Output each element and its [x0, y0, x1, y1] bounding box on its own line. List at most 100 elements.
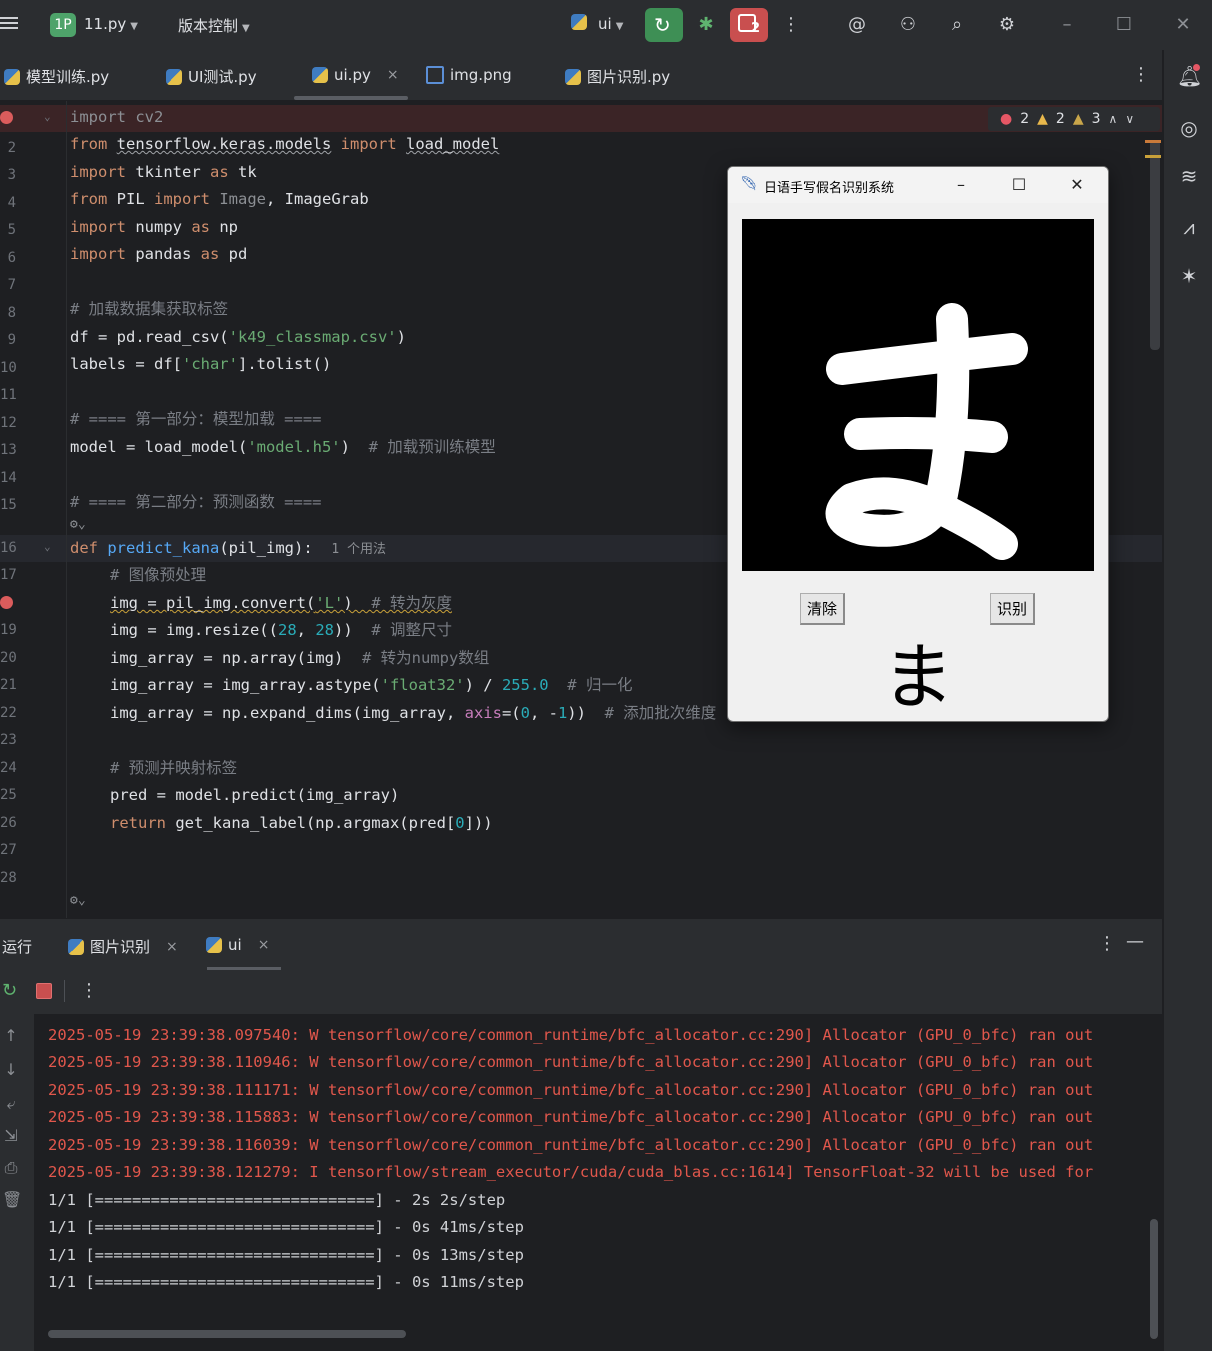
profiler-icon[interactable]: ⩘ — [1177, 215, 1201, 239]
warning-count: 2 — [1055, 111, 1065, 127]
stop-button[interactable]: 2 — [730, 8, 768, 42]
vcs-menu[interactable]: 版本控制 ▼ — [178, 15, 250, 36]
settings-gear-icon[interactable]: ⚙ — [994, 12, 1020, 38]
code-line-5: import numpy as np — [70, 218, 238, 236]
add-user-icon[interactable]: ⚇ — [895, 12, 921, 38]
tab-image-recognition[interactable]: 图片识别.py — [565, 66, 670, 87]
error-stripe-mark[interactable] — [1145, 140, 1161, 143]
minimize-icon[interactable]: – — [1054, 12, 1080, 38]
run-more-icon[interactable]: ⋮ — [1098, 933, 1116, 954]
plugin-icon[interactable]: ✶ — [1177, 264, 1201, 288]
rerun-button[interactable]: ↻ — [645, 8, 683, 42]
next-issue-icon[interactable]: ∨ — [1125, 112, 1134, 126]
weak-warning-icon: ▲ — [1072, 111, 1084, 127]
warning-stripe-mark[interactable] — [1145, 155, 1161, 158]
soft-wrap-icon[interactable]: ⤶ — [2, 1094, 20, 1114]
line-number: 7 — [7, 277, 16, 293]
window-maximize-icon[interactable]: ☐ — [1008, 175, 1030, 194]
run-config-selector[interactable]: ui ▼ — [598, 15, 623, 33]
code-line-3: import tkinter as tk — [70, 163, 257, 181]
scroll-to-end-icon[interactable]: ⇲ — [2, 1126, 20, 1145]
maximize-icon[interactable]: ☐ — [1111, 12, 1137, 38]
fold-icon[interactable]: ⌄ — [44, 540, 51, 553]
debug-icon[interactable]: ✱ — [693, 12, 719, 38]
line-number: 6 — [7, 250, 16, 266]
main-menu-icon[interactable] — [0, 14, 18, 32]
error-icon: ● — [1000, 111, 1013, 127]
window-title-bar[interactable]: 🪶︎ 日语手写假名识别系统 – ☐ ✕ — [728, 167, 1108, 203]
console-line: 2025-05-19 23:39:38.111171: W tensorflow… — [48, 1081, 1094, 1099]
code-line-10: labels = df['char'].tolist() — [70, 355, 332, 373]
tab-ui-test[interactable]: UI测试.py — [166, 66, 257, 87]
tab-label: img.png — [450, 66, 512, 84]
console-vertical-scrollbar[interactable] — [1150, 1219, 1158, 1339]
database-icon[interactable]: ≋ — [1177, 164, 1201, 188]
window-close-icon[interactable]: ✕ — [1066, 175, 1088, 194]
line-number: 16 — [0, 540, 17, 556]
fold-icon[interactable]: ⌄ — [44, 110, 51, 123]
ai-chat-icon[interactable]: ◎ — [1177, 116, 1201, 140]
more-actions-icon[interactable]: ⋮ — [778, 12, 804, 38]
tab-close-icon[interactable]: × — [258, 937, 270, 953]
tab-close-icon[interactable]: × — [387, 67, 399, 83]
run-toolbar-more-icon[interactable]: ⋮ — [80, 980, 98, 1001]
window-minimize-icon[interactable]: – — [950, 175, 972, 194]
tab-close-icon[interactable]: × — [166, 939, 178, 955]
line-number: 15 — [0, 497, 17, 513]
tab-model-train[interactable]: 模型训练.py — [4, 66, 109, 87]
project-badge[interactable]: 1P — [50, 13, 76, 37]
line-number: 8 — [7, 305, 16, 321]
stop-icon[interactable] — [36, 983, 52, 999]
tab-label: 模型训练.py — [26, 68, 110, 86]
run-tab-image-recognition[interactable]: 图片识别 × — [68, 936, 178, 957]
search-icon[interactable]: ⌕ — [944, 12, 970, 38]
line-number: 23 — [0, 732, 17, 748]
ai-hint-icon[interactable]: ⚙⌄ — [70, 515, 86, 535]
print-icon[interactable]: ⎙ — [2, 1158, 20, 1178]
console-line: 1/1 [==============================] - 2… — [48, 1191, 506, 1209]
breakpoint-icon[interactable] — [0, 596, 13, 609]
breakpoint-icon[interactable] — [0, 111, 13, 124]
drawing-canvas[interactable] — [742, 219, 1094, 571]
code-line-4: from PIL import Image, ImageGrab — [70, 190, 369, 208]
tab-label: 图片识别.py — [587, 68, 671, 86]
console-output[interactable]: 2025-05-19 23:39:38.097540: W tensorflow… — [34, 1014, 1162, 1351]
code-line-12: # ==== 第一部分：模型加载 ==== — [70, 410, 322, 428]
close-icon[interactable]: ✕ — [1170, 12, 1196, 38]
scroll-down-icon[interactable]: ↓ — [2, 1060, 20, 1079]
line-number: 26 — [0, 815, 17, 831]
rerun-icon[interactable]: ↻ — [2, 980, 17, 1001]
hide-panel-icon[interactable]: — — [1126, 931, 1144, 952]
previous-issue-icon[interactable]: ∧ — [1109, 112, 1118, 126]
warning-icon: ▲ — [1037, 111, 1048, 127]
clear-button[interactable]: 清除 — [800, 593, 846, 625]
trash-icon[interactable]: 🗑︎ — [2, 1190, 22, 1209]
python-run-config-icon[interactable] — [566, 12, 592, 38]
console-line: 2025-05-19 23:39:38.115883: W tensorflow… — [48, 1108, 1094, 1126]
line-number: 3 — [7, 167, 16, 183]
ai-assistant-icon[interactable]: @ — [844, 12, 870, 38]
weak-warning-count: 3 — [1091, 111, 1101, 127]
python-file-icon — [565, 68, 581, 85]
line-number: 27 — [0, 842, 17, 858]
run-tab-ui[interactable]: ui × — [206, 936, 269, 954]
handwritten-stroke — [825, 303, 1028, 560]
recognize-button[interactable]: 识别 — [990, 593, 1036, 625]
editor-scrollbar[interactable] — [1150, 140, 1160, 350]
line-number: 9 — [7, 332, 16, 348]
scroll-up-icon[interactable]: ↑ — [2, 1026, 20, 1045]
tabs-more-icon[interactable]: ⋮ — [1132, 64, 1150, 85]
code-line-15: # ==== 第二部分：预测函数 ==== — [70, 493, 322, 511]
console-line: 1/1 [==============================] - 0… — [48, 1246, 524, 1264]
code-line-26: return get_kana_label(np.argmax(pred[0])… — [110, 814, 493, 832]
line-number: 25 — [0, 787, 17, 803]
tab-ui[interactable]: ui.py × — [312, 66, 399, 84]
ai-hint-icon[interactable]: ⚙⌄ — [70, 891, 86, 911]
console-line: 2025-05-19 23:39:38.110946: W tensorflow… — [48, 1053, 1094, 1071]
code-line-9: df = pd.read_csv('k49_classmap.csv') — [70, 328, 406, 346]
line-number: 13 — [0, 442, 17, 458]
tab-img-png[interactable]: img.png — [426, 66, 512, 84]
project-selector[interactable]: 11.py ▼ — [84, 15, 138, 33]
console-horizontal-scrollbar[interactable] — [48, 1330, 406, 1338]
inspection-widget[interactable]: ● 2 ▲ 2 ▲ 3 ∧ ∨ — [988, 107, 1160, 131]
